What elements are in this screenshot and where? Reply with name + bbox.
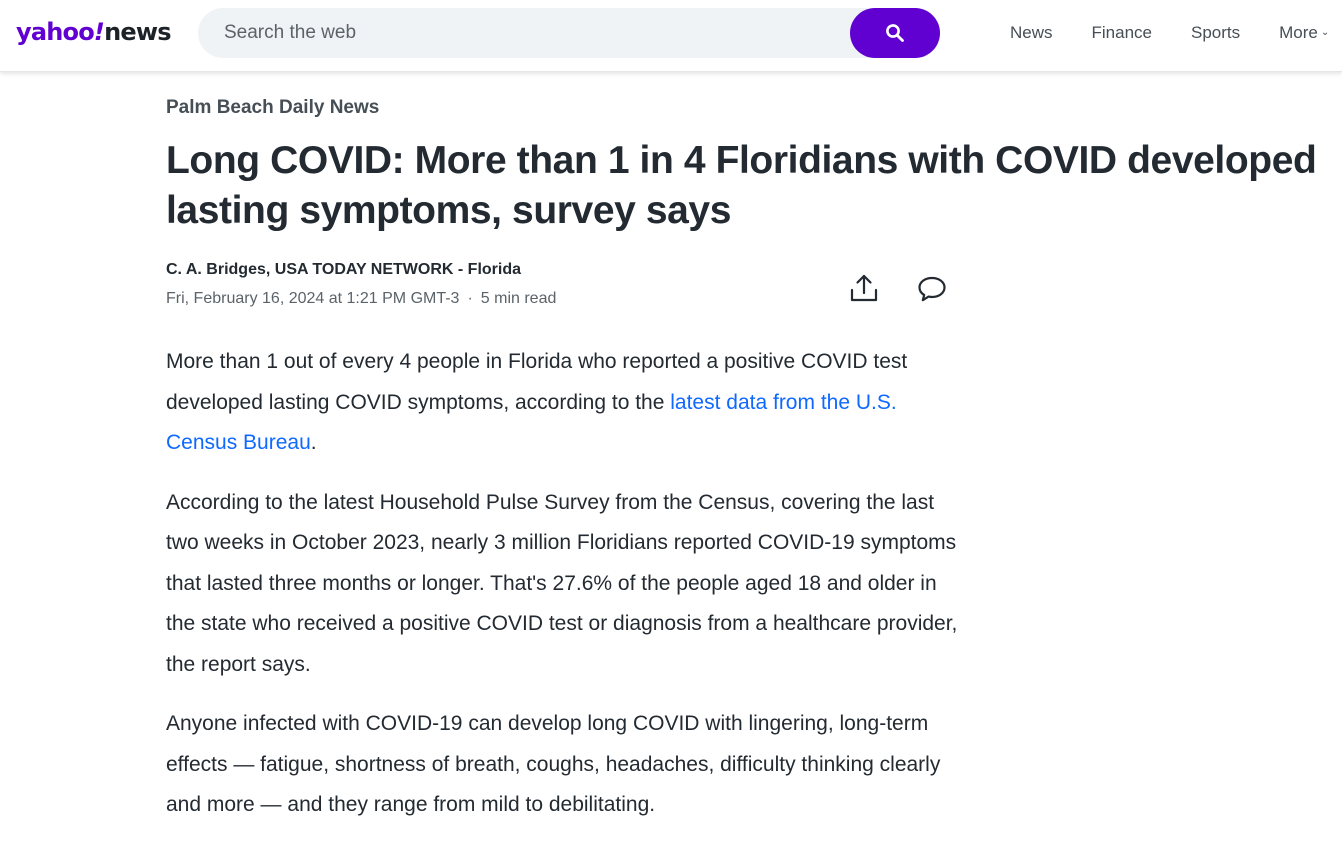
nav-sports[interactable]: Sports bbox=[1191, 22, 1240, 44]
nav-more[interactable]: More ⌄ bbox=[1279, 22, 1329, 44]
search-bar bbox=[198, 8, 940, 58]
search-input[interactable] bbox=[224, 8, 824, 58]
article-date: Fri, February 16, 2024 at 1:21 PM GMT-3 bbox=[166, 290, 460, 307]
share-icon[interactable] bbox=[848, 272, 880, 304]
logo-brand: yahoo bbox=[16, 18, 95, 46]
comment-icon[interactable] bbox=[916, 273, 948, 305]
top-nav: News Finance Sports More ⌄ bbox=[1010, 22, 1329, 44]
nav-finance[interactable]: Finance bbox=[1092, 22, 1152, 44]
article-meta: Fri, February 16, 2024 at 1:21 PM GMT-3 ·… bbox=[166, 287, 966, 311]
meta-separator: · bbox=[467, 290, 473, 307]
article-paragraph: More than 1 out of every 4 people in Flo… bbox=[166, 342, 966, 464]
article-provider[interactable]: Palm Beach Daily News bbox=[166, 94, 1336, 122]
nav-more-label: More bbox=[1279, 23, 1318, 42]
article: Palm Beach Daily News Long COVID: More t… bbox=[166, 94, 1336, 816]
article-paragraph: Anyone infected with COVID-19 can develo… bbox=[166, 712, 941, 816]
byline: C. A. Bridges, USA TODAY NETWORK - Flori… bbox=[166, 258, 966, 318]
nav-finance-label: Finance bbox=[1091, 23, 1152, 42]
top-header: yahoo!news News Finance Sports More⌄ bbox=[0, 0, 1342, 72]
paragraph-text-end: . bbox=[310, 431, 317, 454]
article-author: C. A. Bridges, USA TODAY NETWORK - Flori… bbox=[166, 261, 521, 278]
article-paragraph: According to the latest Household Pulse … bbox=[166, 490, 958, 676]
nav-news[interactable]: News bbox=[1010, 22, 1053, 44]
search-icon bbox=[886, 24, 904, 42]
nav-news-label: News bbox=[1010, 23, 1053, 42]
search-button[interactable] bbox=[850, 8, 940, 58]
logo-bang: ! bbox=[93, 18, 105, 46]
chevron-down-icon: ⌄ bbox=[1320, 27, 1330, 38]
read-time: 5 min read bbox=[480, 290, 557, 307]
article-body: More than 1 out of every 4 people in Flo… bbox=[166, 342, 966, 845]
nav-sports-label: Sports bbox=[1191, 23, 1241, 42]
article-headline: Long COVID: More than 1 in 4 Floridians … bbox=[166, 139, 1317, 232]
yahoo-news-logo[interactable]: yahoo!news bbox=[16, 17, 171, 47]
logo-section: news bbox=[104, 18, 171, 46]
